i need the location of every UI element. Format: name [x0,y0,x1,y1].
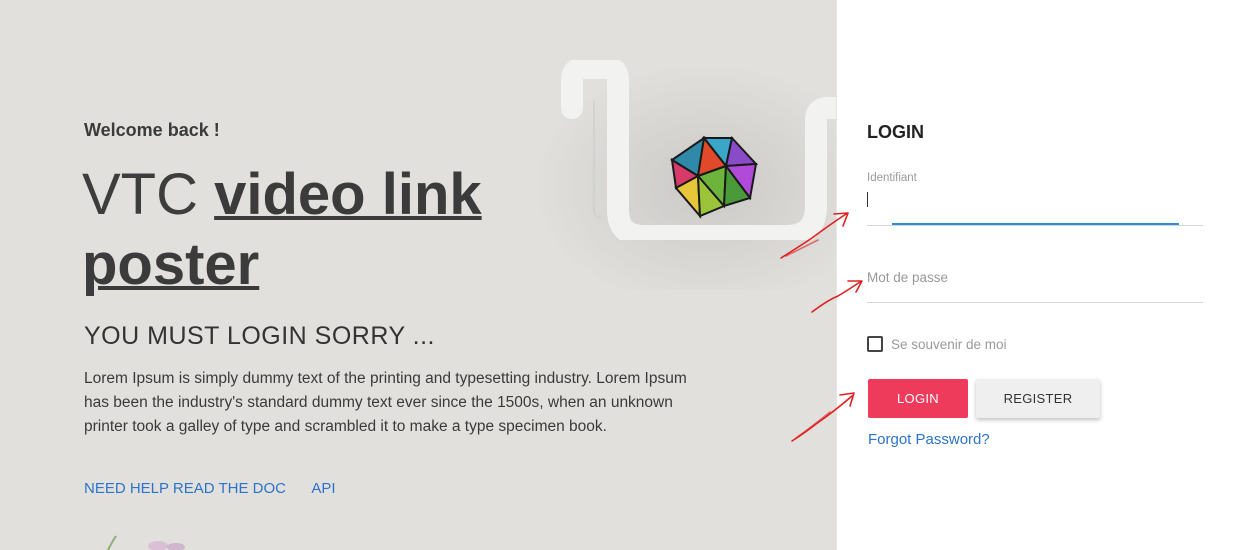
flower-decoration [107,535,185,550]
username-label: Identifiant [867,172,917,184]
remember-checkbox[interactable] [867,336,883,352]
register-button[interactable]: REGISTER [976,379,1100,418]
hero-links: NEED HELP READ THE DOC API [84,480,358,497]
remember-label: Se souvenir de moi [891,336,1007,352]
text-caret [867,192,868,207]
doc-link[interactable]: NEED HELP READ THE DOC [84,480,286,497]
forgot-password-link[interactable]: Forgot Password? [868,431,990,448]
login-panel: LOGIN Identifiant Mot de passe Se souven… [836,0,1234,550]
login-title: LOGIN [867,122,924,142]
description: Lorem Ipsum is simply dummy text of the … [84,370,687,435]
login-button[interactable]: LOGIN [868,379,968,418]
subtitle: YOU MUST LOGIN SORRY ... [84,322,435,350]
password-placeholder: Mot de passe [867,270,949,285]
username-underline [867,225,1203,226]
page-title: VTC video link poster [82,160,642,300]
title-prefix: VTC [82,162,198,227]
remember-me[interactable]: Se souvenir de moi [867,336,1007,352]
password-field[interactable]: Mot de passe [867,270,1203,303]
welcome-text: Welcome back ! [84,120,220,140]
polyhedron-icon [670,135,759,219]
api-link[interactable]: API [311,480,335,497]
username-focus-underline [892,223,1179,225]
password-underline [867,302,1203,303]
username-field[interactable]: Identifiant [867,172,1203,226]
hero-section: Welcome back ! VTC video link poster YOU… [0,0,836,550]
